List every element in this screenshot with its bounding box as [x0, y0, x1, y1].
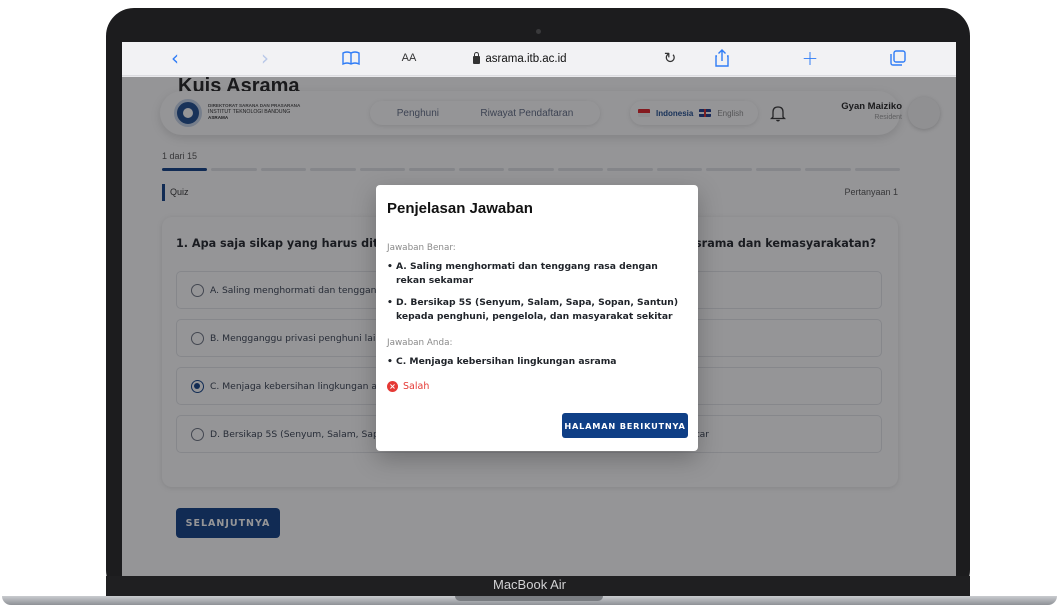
correct-answer-text: D. Bersikap 5S (Senyum, Salam, Sapa, Sop… — [396, 297, 679, 322]
laptop-notch — [455, 596, 603, 601]
forward-icon[interactable]: › — [258, 46, 272, 70]
answer-status: Salah — [403, 381, 430, 392]
next-page-button[interactable]: HALAMAN BERIKUTNYA — [562, 413, 688, 438]
back-icon[interactable]: ‹ — [168, 46, 182, 70]
bookmarks-icon[interactable] — [340, 47, 362, 69]
lock-icon — [473, 52, 481, 64]
bullet-icon: • — [387, 356, 393, 367]
bullet-icon: • — [387, 261, 393, 272]
screen: ‹ › AA asrama.itb.ac.id ↻ + Kuis Asrama … — [122, 42, 956, 576]
your-answer-heading: Jawaban Anda: — [387, 338, 453, 348]
correct-answer-item: • D. Bersikap 5S (Senyum, Salam, Sapa, S… — [387, 296, 687, 323]
text-size-button[interactable]: AA — [400, 47, 418, 69]
safari-toolbar: ‹ › AA asrama.itb.ac.id ↻ + — [122, 42, 956, 76]
camera-dot — [536, 29, 541, 34]
tabs-overview-icon[interactable] — [888, 47, 908, 69]
wrong-icon: × — [387, 381, 398, 392]
correct-answers-heading: Jawaban Benar: — [387, 243, 456, 253]
share-icon[interactable] — [712, 47, 732, 69]
correct-answer-text: A. Saling menghormati dan tenggang rasa … — [396, 261, 658, 286]
address-bar[interactable]: asrama.itb.ac.id — [450, 49, 590, 69]
bullet-icon: • — [387, 297, 393, 308]
correct-answer-item: • A. Saling menghormati dan tenggang ras… — [387, 260, 687, 287]
device-model-label: MacBook Air — [493, 577, 566, 592]
modal-title: Penjelasan Jawaban — [387, 200, 533, 217]
url-text: asrama.itb.ac.id — [485, 53, 567, 65]
reload-icon[interactable]: ↻ — [660, 47, 680, 69]
answer-explanation-modal: Penjelasan Jawaban Jawaban Benar: • A. S… — [376, 185, 698, 451]
your-answer-item: • C. Menjaga kebersihan lingkungan asram… — [387, 355, 687, 369]
your-answer-text: C. Menjaga kebersihan lingkungan asrama — [396, 356, 617, 367]
new-tab-icon[interactable]: + — [800, 46, 820, 70]
